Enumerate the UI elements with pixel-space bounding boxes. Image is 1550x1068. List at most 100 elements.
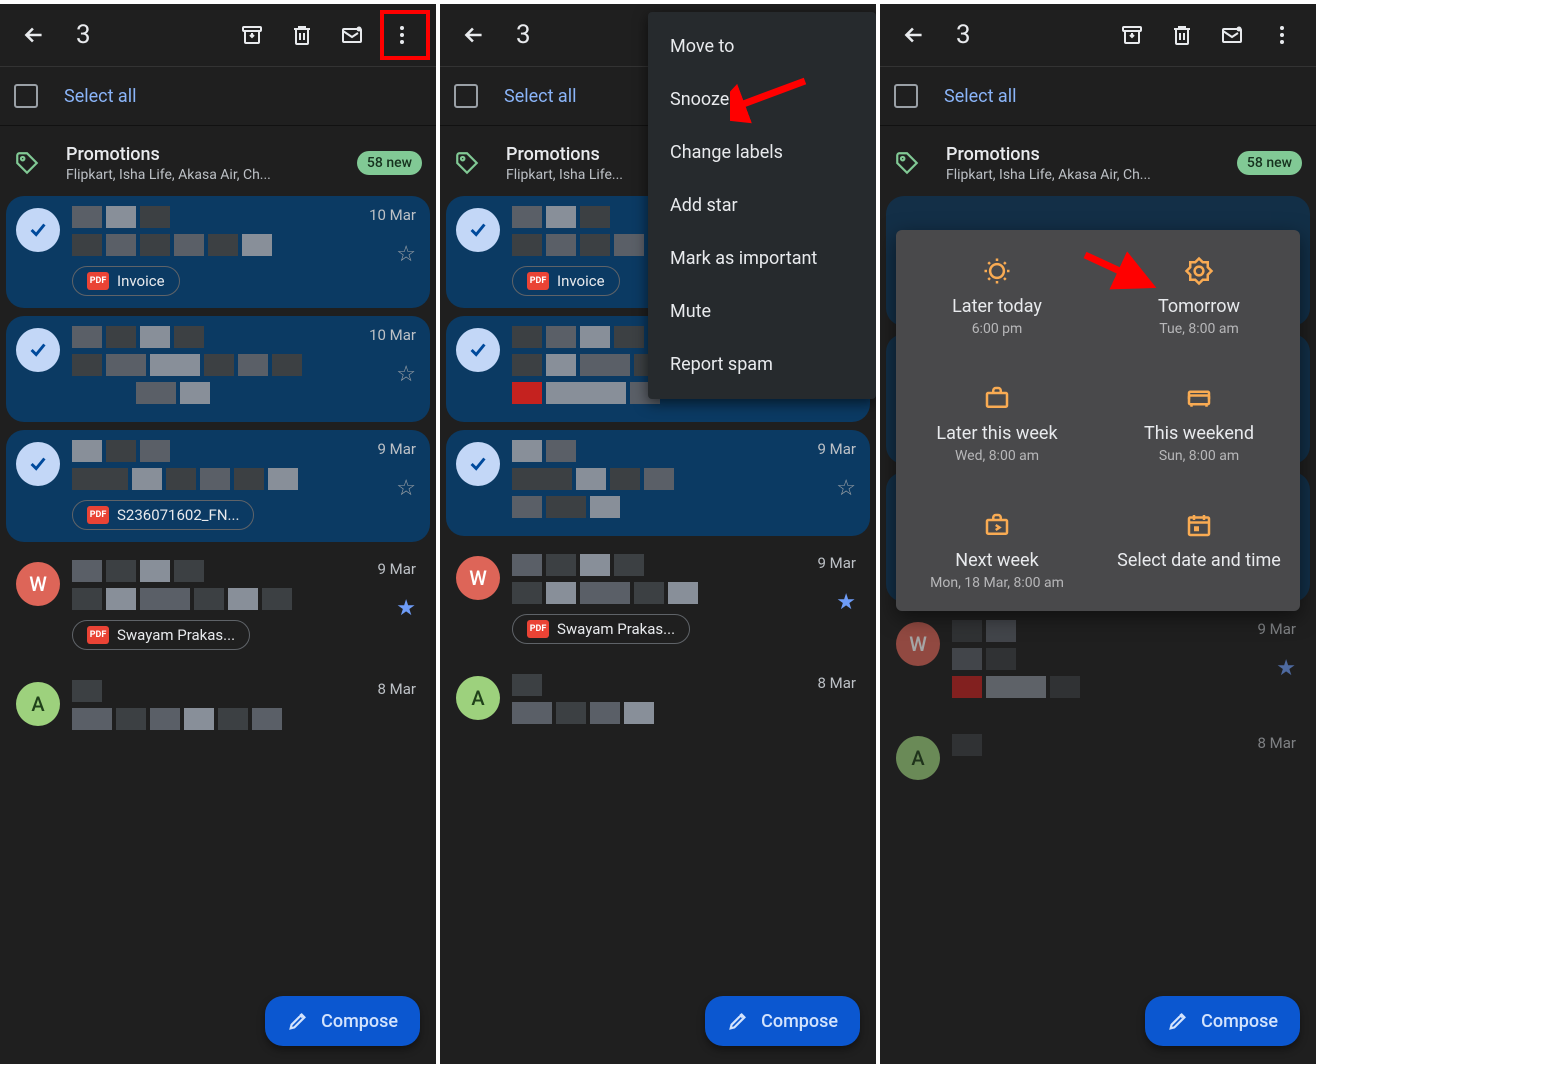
snooze-select-date[interactable]: Select date and time [1098,484,1300,611]
email-row[interactable]: PDF Invoice 10 Mar ☆ [6,196,430,308]
select-all-label: Select all [504,86,576,107]
email-row[interactable]: A 8 Mar [886,724,1310,792]
selected-check-icon[interactable] [16,208,60,252]
avatar[interactable]: W [456,556,500,600]
snooze-option-title: This weekend [1108,423,1290,444]
email-row[interactable]: A 8 Mar [446,664,870,742]
attachment-name: Invoice [117,272,165,290]
selected-check-icon[interactable] [456,208,500,252]
snooze-option-title: Next week [906,550,1088,571]
new-badge: 58 new [357,151,422,175]
snooze-option-sub: Wed, 8:00 am [906,448,1088,464]
compose-button[interactable]: Compose [1145,996,1300,1046]
sun-icon [1108,254,1290,288]
select-all-checkbox[interactable] [454,84,478,108]
select-all-checkbox[interactable] [14,84,38,108]
select-all-checkbox[interactable] [894,84,918,108]
compose-label: Compose [321,1011,398,1032]
snooze-later-this-week[interactable]: Later this week Wed, 8:00 am [896,357,1098,484]
compose-button[interactable]: Compose [265,996,420,1046]
promotions-header[interactable]: Promotions Flipkart, Isha Life, Akasa Ai… [880,126,1316,186]
compose-label: Compose [1201,1011,1278,1032]
star-icon[interactable]: ☆ [396,362,416,387]
selected-check-icon[interactable] [456,442,500,486]
more-icon[interactable] [378,11,426,59]
menu-move-to[interactable]: Move to [648,20,876,73]
select-all-row[interactable]: Select all [880,66,1316,126]
email-row[interactable]: W 9 Mar ★ [886,610,1310,716]
snooze-this-weekend[interactable]: This weekend Sun, 8:00 am [1098,357,1300,484]
avatar[interactable]: A [896,736,940,780]
email-date: 8 Mar [378,680,417,698]
snooze-next-week[interactable]: Next week Mon, 18 Mar, 8:00 am [896,484,1098,611]
star-icon[interactable]: ☆ [396,242,416,267]
promotions-header[interactable]: Promotions Flipkart, Isha Life, Akasa Ai… [0,126,436,186]
delete-icon[interactable] [1158,11,1206,59]
pdf-icon: PDF [87,506,109,524]
menu-mute[interactable]: Mute [648,285,876,338]
menu-add-star[interactable]: Add star [648,179,876,232]
email-date: 9 Mar [1258,620,1297,638]
attachment-chip[interactable]: PDF Swayam Prakas... [72,620,250,650]
back-icon[interactable] [450,11,498,59]
snooze-option-title: Later this week [906,423,1088,444]
menu-report-spam[interactable]: Report spam [648,338,876,391]
mark-unread-icon[interactable] [328,11,376,59]
attachment-chip[interactable]: PDF Invoice [72,266,180,296]
avatar[interactable]: A [16,682,60,726]
archive-icon[interactable] [228,11,276,59]
star-icon[interactable]: ★ [836,590,856,615]
back-icon[interactable] [10,11,58,59]
star-icon[interactable]: ★ [396,596,416,621]
email-list: PDF Invoice 10 Mar ☆ 10 Mar ☆ [0,186,436,748]
topbar: 3 [880,4,1316,66]
mark-unread-icon[interactable] [1208,11,1256,59]
star-icon[interactable]: ☆ [836,476,856,501]
star-icon[interactable]: ★ [1276,656,1296,681]
snooze-option-sub: 6:00 pm [906,321,1088,337]
snooze-tomorrow[interactable]: Tomorrow Tue, 8:00 am [1098,230,1300,357]
pdf-icon: PDF [87,626,109,644]
brightness-icon [906,254,1088,288]
select-all-row[interactable]: Select all [0,66,436,126]
menu-change-labels[interactable]: Change labels [648,126,876,179]
promotions-subtitle: Flipkart, Isha Life, Akasa Air, Ch... [66,167,331,183]
attachment-chip[interactable]: PDF S236071602_FN... [72,500,254,530]
email-date: 9 Mar [378,440,417,458]
email-row[interactable]: PDF S236071602_FN... 9 Mar ☆ [6,430,430,542]
avatar[interactable]: A [456,676,500,720]
attachment-chip[interactable]: PDF Invoice [512,266,620,296]
attachment-name: Swayam Prakas... [557,620,675,638]
couch-icon [1108,381,1290,415]
email-date: 8 Mar [1258,734,1297,752]
email-row[interactable]: 10 Mar ☆ [6,316,430,422]
email-row[interactable]: W PDF Swayam Prakas... 9 Mar ★ [6,550,430,662]
selected-check-icon[interactable] [16,442,60,486]
email-row[interactable]: A 8 Mar [6,670,430,748]
star-icon[interactable]: ☆ [396,476,416,501]
delete-icon[interactable] [278,11,326,59]
menu-mark-important[interactable]: Mark as important [648,232,876,285]
back-icon[interactable] [890,11,938,59]
selected-check-icon[interactable] [16,328,60,372]
panel-1: 3 Select all Promotions Flipkart, Isha [0,4,436,1064]
email-row[interactable]: W PDF Swayam Prakas... 9 Mar ★ [446,544,870,656]
pdf-icon: PDF [527,272,549,290]
pdf-icon: PDF [527,620,549,638]
compose-button[interactable]: Compose [705,996,860,1046]
new-badge: 58 new [1237,151,1302,175]
attachment-chip[interactable]: PDF Swayam Prakas... [512,614,690,644]
menu-snooze[interactable]: Snooze [648,73,876,126]
snooze-option-title: Select date and time [1108,550,1290,571]
more-icon[interactable] [1258,11,1306,59]
avatar[interactable]: W [896,622,940,666]
snooze-option-sub: Mon, 18 Mar, 8:00 am [906,575,1088,591]
next-week-icon [906,508,1088,542]
archive-icon[interactable] [1108,11,1156,59]
calendar-icon [1108,508,1290,542]
selected-check-icon[interactable] [456,328,500,372]
email-date: 9 Mar [818,440,857,458]
avatar[interactable]: W [16,562,60,606]
snooze-later-today[interactable]: Later today 6:00 pm [896,230,1098,357]
email-row[interactable]: 9 Mar ☆ [446,430,870,536]
